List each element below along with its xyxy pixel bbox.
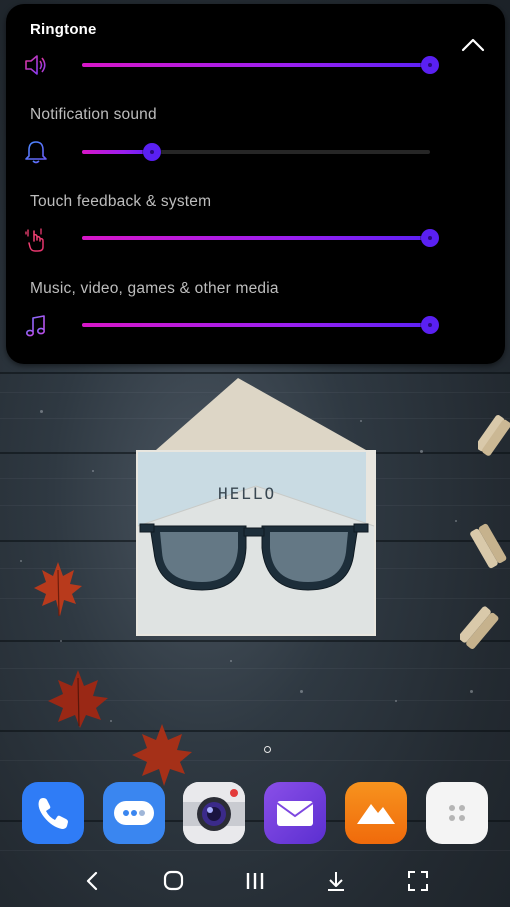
slider-thumb[interactable] [421, 56, 439, 74]
media-volume-slider[interactable] [82, 313, 439, 337]
slider-fill [82, 63, 430, 67]
phone-app[interactable] [22, 782, 84, 844]
apps-folder[interactable] [426, 782, 488, 844]
clothespin-decoration [460, 606, 499, 650]
bell-icon[interactable] [22, 138, 50, 166]
home-icon[interactable] [155, 864, 191, 898]
speaker-icon[interactable] [22, 51, 50, 79]
touch-vibration-icon[interactable] [22, 225, 50, 253]
leaf-decoration [34, 562, 82, 617]
phone-icon [38, 798, 68, 829]
hide-keyboard-icon[interactable] [318, 864, 354, 898]
media-label: Music, video, games & other media [30, 280, 279, 297]
home-screen: HELLO Ringtone Notification sound Touch … [0, 0, 510, 907]
slider-thumb[interactable] [421, 229, 439, 247]
notification-sound-label: Notification sound [30, 106, 157, 123]
gallery-icon [357, 804, 395, 824]
touch-feedback-volume-slider[interactable] [82, 226, 439, 250]
leaf-decoration [132, 724, 192, 786]
music-note-icon[interactable] [22, 312, 50, 340]
clothespin-decoration [470, 523, 507, 569]
fullscreen-icon[interactable] [400, 864, 436, 898]
messages-icon [114, 801, 154, 825]
back-icon[interactable] [74, 864, 110, 898]
clothespin-decoration [478, 415, 510, 456]
email-app[interactable] [264, 782, 326, 844]
envelope-illustration: HELLO [136, 376, 376, 636]
slider-fill [82, 150, 152, 154]
apps-folder-icon [449, 805, 465, 821]
recents-icon[interactable] [237, 864, 273, 898]
page-indicator[interactable] [264, 746, 271, 753]
camera-app[interactable] [183, 782, 245, 844]
volume-panel: Ringtone Notification sound Touch feedba… [6, 4, 505, 364]
ringtone-label: Ringtone [30, 21, 97, 38]
chevron-up-icon[interactable] [458, 30, 488, 60]
touch-feedback-label: Touch feedback & system [30, 193, 212, 210]
envelope-graphic [136, 378, 376, 636]
email-icon [276, 801, 314, 826]
ringtone-volume-slider[interactable] [82, 53, 439, 77]
letter-text: HELLO [218, 484, 277, 503]
camera-icon [183, 782, 245, 844]
notification-volume-slider[interactable] [82, 140, 430, 164]
messages-app[interactable] [103, 782, 165, 844]
slider-fill [82, 323, 430, 327]
slider-fill [82, 236, 430, 240]
leaf-decoration [48, 670, 108, 728]
gallery-app[interactable] [345, 782, 407, 844]
slider-thumb[interactable] [421, 316, 439, 334]
slider-thumb[interactable] [143, 143, 161, 161]
